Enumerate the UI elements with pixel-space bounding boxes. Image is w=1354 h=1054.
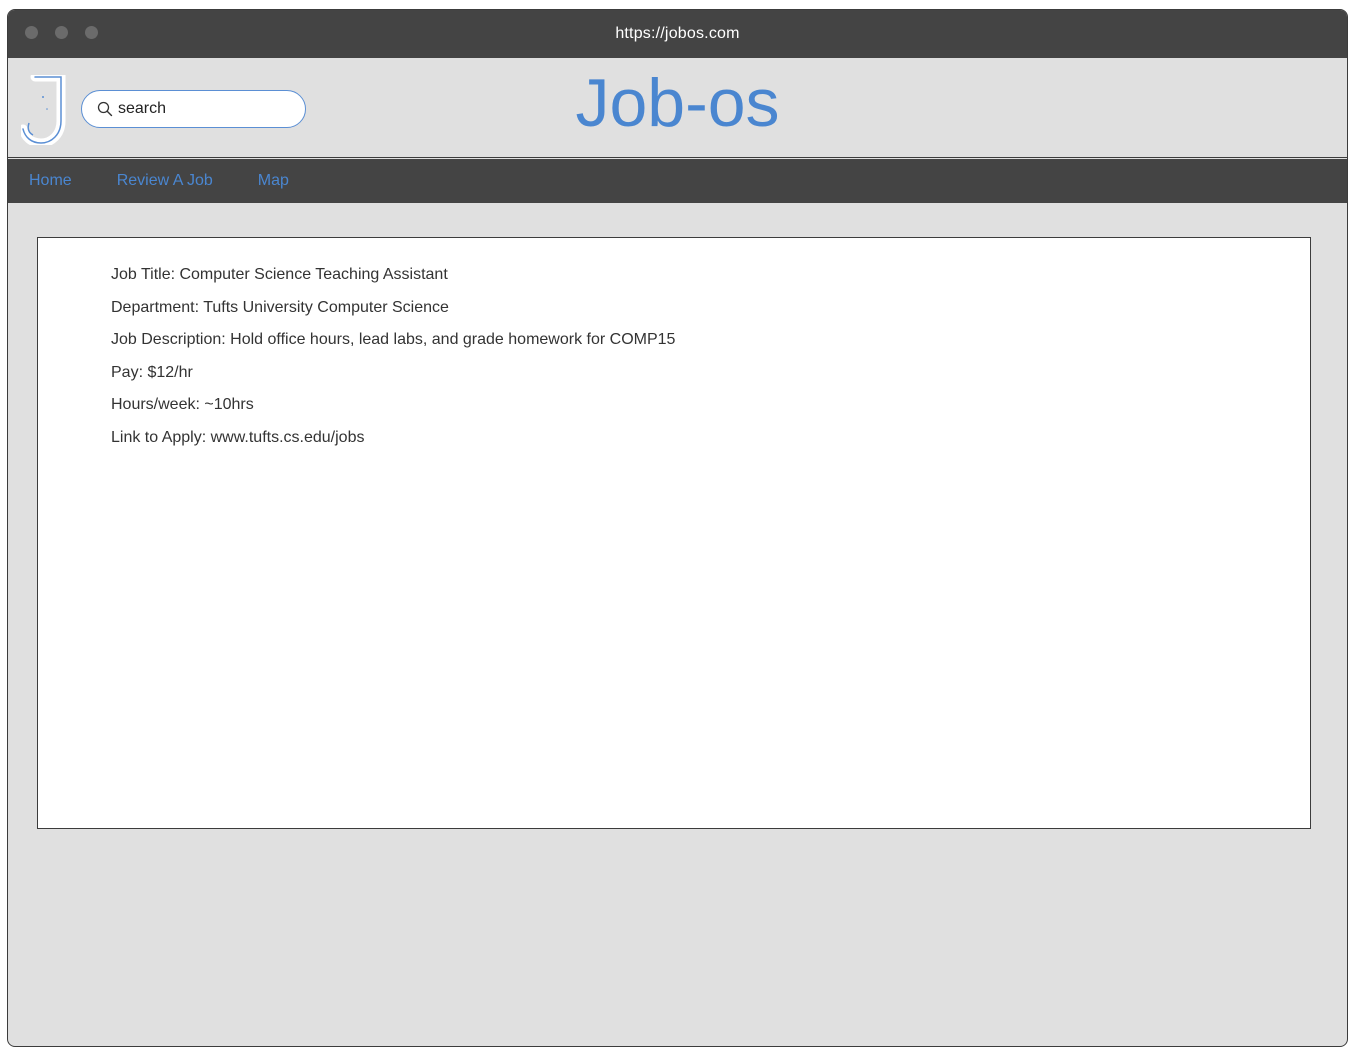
main-nav: Home Review A Job Map [8, 159, 1347, 203]
search-icon [97, 101, 113, 117]
nav-home-link[interactable]: Home [29, 172, 72, 190]
job-details-card: Job Title: Computer Science Teaching Ass… [37, 237, 1311, 829]
address-bar-url[interactable]: https://jobos.com [615, 25, 739, 43]
close-window-button[interactable] [25, 26, 38, 39]
search-input[interactable] [118, 100, 288, 118]
nav-review-a-job-link[interactable]: Review A Job [117, 172, 213, 190]
search-bar[interactable] [81, 90, 306, 128]
minimize-window-button[interactable] [55, 26, 68, 39]
job-hours: Hours/week: ~10hrs [111, 396, 254, 414]
browser-titlebar: https://jobos.com [8, 10, 1347, 58]
nav-map-link[interactable]: Map [258, 172, 289, 190]
window-controls [25, 26, 98, 39]
maximize-window-button[interactable] [85, 26, 98, 39]
site-header: Job-os [8, 58, 1347, 158]
job-description: Job Description: Hold office hours, lead… [111, 331, 676, 349]
browser-window: https://jobos.com Job-os Home Review A J… [7, 9, 1348, 1047]
job-title: Job Title: Computer Science Teaching Ass… [111, 266, 448, 283]
jobos-logo[interactable] [21, 75, 69, 145]
job-pay: Pay: $12/hr [111, 363, 193, 381]
job-department: Department: Tufts University Computer Sc… [111, 298, 449, 316]
job-apply-link[interactable]: Link to Apply: www.tufts.cs.edu/jobs [111, 429, 1310, 462]
